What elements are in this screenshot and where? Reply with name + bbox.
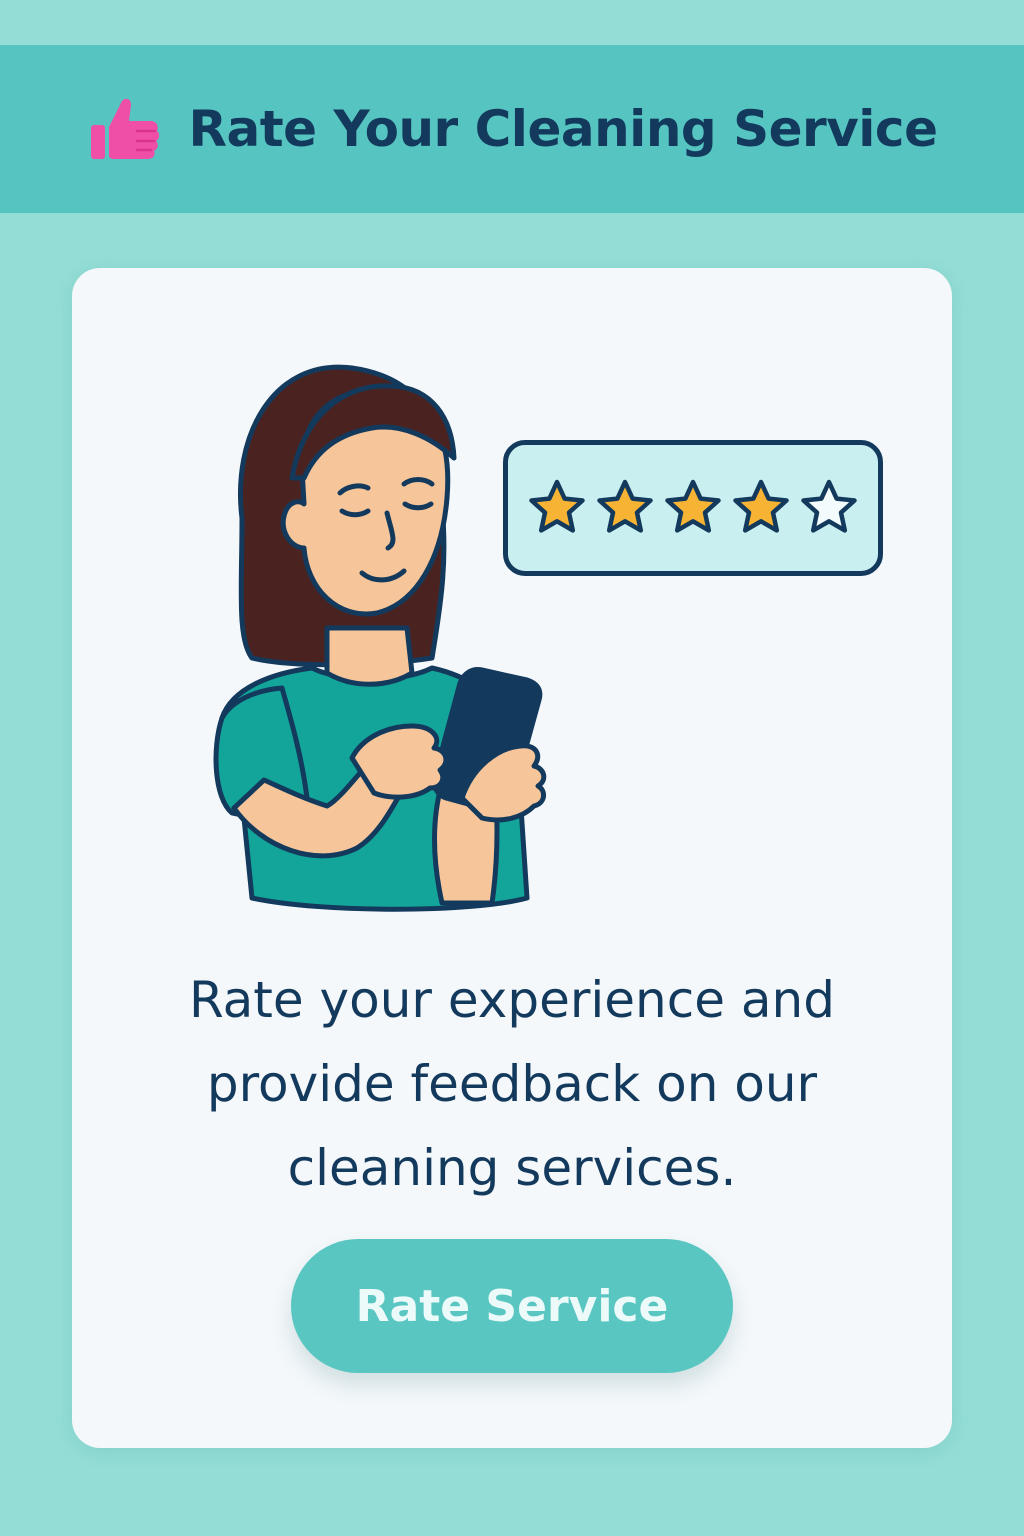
star-filled-icon[interactable]	[729, 476, 793, 540]
description-text: Rate your experience and provide feedbac…	[189, 971, 835, 1197]
rating-card: Rate your experience and provide feedbac…	[72, 268, 952, 1448]
star-filled-icon[interactable]	[525, 476, 589, 540]
page-title: Rate Your Cleaning Service	[188, 100, 938, 158]
woman-with-phone-illustration	[213, 364, 547, 912]
star-rating[interactable]	[503, 440, 883, 576]
thumbs-up-icon	[90, 98, 159, 159]
rate-service-button[interactable]: Rate Service	[291, 1239, 733, 1373]
star-empty-icon[interactable]	[797, 476, 861, 540]
header-bar: Rate Your Cleaning Service	[0, 45, 1024, 213]
star-filled-icon[interactable]	[593, 476, 657, 540]
header-content: Rate Your Cleaning Service	[87, 91, 938, 167]
star-filled-icon[interactable]	[661, 476, 725, 540]
